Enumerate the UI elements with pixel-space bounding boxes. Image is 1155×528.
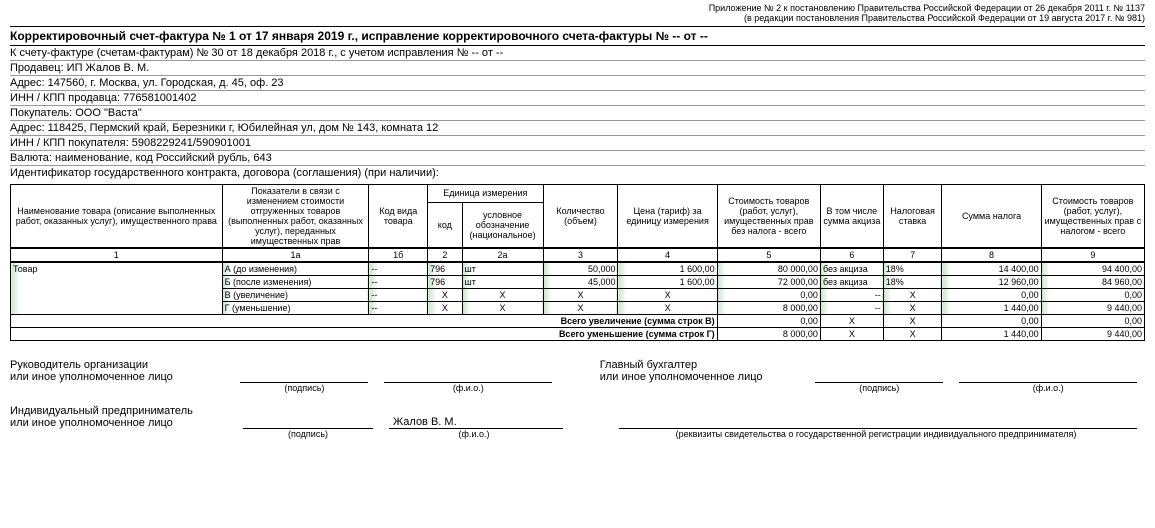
coln-5: 5	[717, 248, 820, 262]
th-unit-code: код	[428, 202, 462, 248]
coln-6: 6	[820, 248, 883, 262]
sig-head-org-2: или иное уполномоченное лицо	[10, 371, 232, 383]
th-unit-name: условное обозначение (национальное)	[462, 202, 543, 248]
sig-acc-1: Главный бухгалтер	[600, 359, 807, 371]
table-row: ТоварА (до изменения)--796шт50,0001 600,…	[11, 262, 1145, 276]
buyer-address: Адрес: 118425, Пермский край, Березники …	[10, 122, 1145, 136]
cap-req: (реквизиты свидетельства о государственн…	[607, 429, 1145, 439]
coln-9: 9	[1041, 248, 1144, 262]
document-title: Корректировочный счет-фактура № 1 от 17 …	[10, 29, 1145, 43]
cap-fio-3: (ф.и.о.)	[381, 429, 567, 439]
coln-1: 1	[11, 248, 223, 262]
cap-sign-3: (подпись)	[235, 429, 381, 439]
coln-2a: 2а	[462, 248, 543, 262]
buyer-inn: ИНН / КПП покупателя: 5908229241/5909010…	[10, 137, 1145, 151]
cap-fio-2: (ф.и.о.)	[951, 383, 1145, 393]
contract-id: Идентификатор государственного контракта…	[10, 167, 1145, 180]
seller-inn: ИНН / КПП продавца: 776581001402	[10, 92, 1145, 106]
cap-fio-1: (ф.и.о.)	[376, 383, 560, 393]
th-tax-sum: Сумма налога	[942, 184, 1041, 248]
sig-ip-fio: Жалов В. М.	[389, 416, 563, 429]
th-name: Наименование товара (описание выполненны…	[11, 184, 223, 248]
sig-ip-1: Индивидуальный предприниматель	[10, 405, 235, 417]
seller: Продавец: ИП Жалов В. М.	[10, 62, 1145, 76]
th-tax-rate: Налоговая ставка	[883, 184, 942, 248]
th-kvt: Код вида товара	[369, 184, 428, 248]
appendix-note-2: (в редакции постановления Правительства …	[10, 14, 1145, 24]
sig-head-org-1: Руководитель организации	[10, 359, 232, 371]
sig-ip-2: или иное уполномоченное лицо	[10, 417, 235, 429]
coln-4: 4	[618, 248, 717, 262]
coln-1a: 1а	[222, 248, 369, 262]
th-qty: Количество (объем)	[543, 184, 618, 248]
th-sum-tax: Стоимость товаров (работ, услуг), имущес…	[1041, 184, 1144, 248]
buyer: Покупатель: ООО "Васта"	[10, 107, 1145, 121]
currency: Валюта: наименование, код Российский руб…	[10, 152, 1145, 166]
coln-3: 3	[543, 248, 618, 262]
total-row: Всего увеличение (сумма строк В)0,00ХХ0,…	[11, 314, 1145, 327]
th-indicators: Показатели в связи с изменением стоимост…	[222, 184, 369, 248]
coln-7: 7	[883, 248, 942, 262]
ref-invoice: К счету-фактуре (счетам-фактурам) № 30 о…	[10, 47, 1145, 61]
th-unit: Единица измерения	[428, 184, 543, 202]
coln-2: 2	[428, 248, 462, 262]
total-row: Всего уменьшение (сумма строк Г)8 000,00…	[11, 327, 1145, 340]
th-sum-notax: Стоимость товаров (работ, услуг), имущес…	[717, 184, 820, 248]
cap-sign-2: (подпись)	[807, 383, 951, 393]
th-price: Цена (тариф) за единицу измерения	[618, 184, 717, 248]
coln-1b: 1б	[369, 248, 428, 262]
seller-address: Адрес: 147560, г. Москва, ул. Городская,…	[10, 77, 1145, 91]
th-excise: В том числе сумма акциза	[820, 184, 883, 248]
coln-8: 8	[942, 248, 1041, 262]
invoice-table: Наименование товара (описание выполненны…	[10, 184, 1145, 341]
cap-sign-1: (подпись)	[232, 383, 376, 393]
sig-acc-2: или иное уполномоченное лицо	[600, 371, 807, 383]
